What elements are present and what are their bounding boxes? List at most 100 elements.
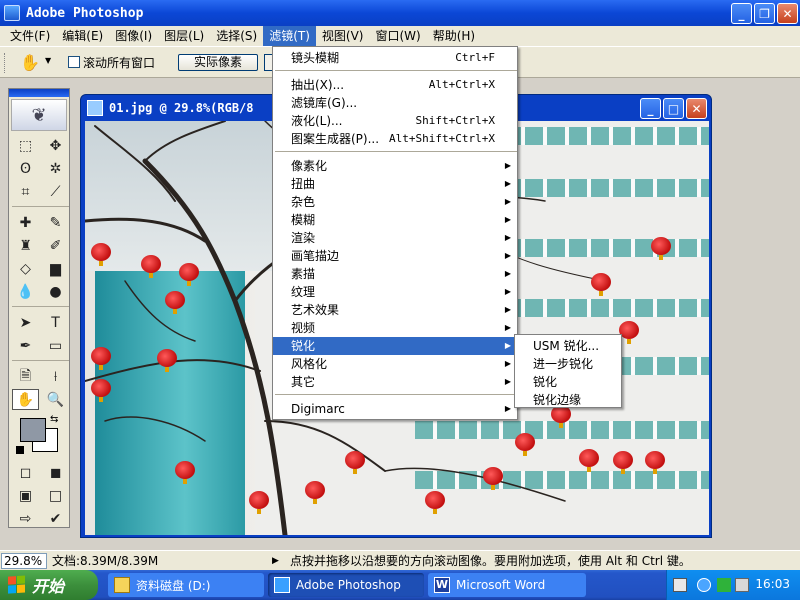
submenu-item-sharpen-more[interactable]: 进一步锐化 bbox=[515, 355, 621, 373]
gradient-tool-icon[interactable]: ▆ bbox=[42, 258, 69, 279]
imageready-icon[interactable]: ✔ bbox=[42, 508, 69, 529]
scroll-all-windows-checkbox[interactable] bbox=[68, 56, 80, 68]
options-grip[interactable] bbox=[4, 53, 8, 73]
status-menu-arrow-icon[interactable]: ▶ bbox=[272, 553, 279, 569]
filter-menu-item-render[interactable]: 渲染 ▶ bbox=[273, 229, 517, 247]
eyedropper-tool-icon[interactable]: ⟊ bbox=[42, 366, 69, 387]
menu-edit[interactable]: 编辑(E) bbox=[56, 26, 109, 46]
clock[interactable]: 16:03 bbox=[755, 577, 790, 591]
toolbox-titlebar[interactable] bbox=[9, 89, 69, 97]
keyboard-icon[interactable] bbox=[673, 578, 687, 592]
filter-menu-item-liquify[interactable]: 液化(L)... Shift+Ctrl+X bbox=[273, 112, 517, 130]
red-lantern bbox=[305, 481, 325, 504]
filter-menu-item-extract[interactable]: 抽出(X)... Alt+Ctrl+X bbox=[273, 76, 517, 94]
submenu-item-sharpen[interactable]: 锐化 bbox=[515, 373, 621, 391]
submenu-arrow-icon: ▶ bbox=[504, 251, 511, 260]
filter-menu-item-pattern-maker[interactable]: 图案生成器(P)... Alt+Shift+Ctrl+X bbox=[273, 130, 517, 148]
menu-image[interactable]: 图像(I) bbox=[109, 26, 158, 46]
standard-mode-icon[interactable]: ◻ bbox=[12, 462, 39, 483]
standard-screen-mode-icon[interactable]: ▣ bbox=[12, 485, 39, 506]
tray-expand-icon[interactable] bbox=[697, 578, 711, 592]
notes-tool-icon[interactable]: 🗎 bbox=[12, 366, 39, 387]
dodge-tool-icon[interactable]: ● bbox=[42, 281, 69, 302]
submenu-item-sharpen-edges[interactable]: 锐化边缘 bbox=[515, 391, 621, 409]
filter-menu-item-last-filter[interactable]: 镜头模糊 Ctrl+F bbox=[273, 49, 517, 67]
volume-icon[interactable] bbox=[735, 578, 749, 592]
slice-tool-icon[interactable]: ⟋ bbox=[42, 181, 69, 202]
move-tool-icon[interactable]: ✥ bbox=[42, 135, 69, 156]
blur-tool-icon[interactable]: 💧 bbox=[12, 281, 39, 302]
filter-menu-item-filter-gallery[interactable]: 滤镜库(G)... bbox=[273, 94, 517, 112]
hand-tool-icon[interactable]: ✋ bbox=[12, 389, 39, 410]
filter-menu-item-artistic[interactable]: 艺术效果 ▶ bbox=[273, 301, 517, 319]
document-minimize-button[interactable]: _ bbox=[640, 98, 661, 119]
zoom-tool-icon[interactable]: 🔍 bbox=[42, 389, 69, 410]
eraser-tool-icon[interactable]: ◇ bbox=[12, 258, 39, 279]
filter-menu-item-distort[interactable]: 扭曲 ▶ bbox=[273, 175, 517, 193]
taskbar-item-photoshop[interactable]: Adobe Photoshop bbox=[268, 573, 424, 597]
history-brush-tool-icon[interactable]: ✐ bbox=[42, 235, 69, 256]
red-lantern bbox=[613, 451, 633, 474]
menu-window[interactable]: 窗口(W) bbox=[369, 26, 426, 46]
taskbar-item-word[interactable]: W Microsoft Word bbox=[428, 573, 586, 597]
red-lantern bbox=[91, 379, 111, 402]
filter-menu-item-stylize[interactable]: 风格化 ▶ bbox=[273, 355, 517, 373]
photoshop-icon bbox=[4, 5, 20, 21]
filter-menu-item-digimarc[interactable]: Digimarc ▶ bbox=[273, 400, 517, 418]
full-screen-mode-icon[interactable]: □ bbox=[42, 485, 69, 506]
document-close-button[interactable]: ✕ bbox=[686, 98, 707, 119]
healing-brush-tool-icon[interactable]: ✚ bbox=[12, 212, 39, 233]
menu-layer[interactable]: 图层(L) bbox=[158, 26, 210, 46]
start-button[interactable]: 开始 bbox=[0, 570, 98, 600]
shape-tool-icon[interactable]: ▭ bbox=[42, 335, 69, 356]
type-tool-icon[interactable]: T bbox=[42, 312, 69, 333]
filter-menu-item-pixelate[interactable]: 像素化 ▶ bbox=[273, 157, 517, 175]
default-colors-icon[interactable] bbox=[16, 446, 24, 454]
hand-tool-icon[interactable]: ✋ bbox=[20, 53, 40, 72]
path-selection-tool-icon[interactable]: ➤ bbox=[12, 312, 39, 333]
zoom-level-field[interactable]: 29.8% bbox=[1, 553, 47, 569]
menu-bar: 文件(F) 编辑(E) 图像(I) 图层(L) 选择(S) 滤镜(T) 视图(V… bbox=[0, 26, 800, 46]
filter-menu-item-texture[interactable]: 纹理 ▶ bbox=[273, 283, 517, 301]
submenu-arrow-icon: ▶ bbox=[504, 359, 511, 368]
magic-wand-tool-icon[interactable]: ✲ bbox=[42, 158, 69, 179]
foreground-color-swatch[interactable] bbox=[20, 418, 46, 442]
filter-menu-item-sketch[interactable]: 素描 ▶ bbox=[273, 265, 517, 283]
tool-preset-dropdown-icon[interactable]: ▼ bbox=[45, 56, 51, 65]
actual-pixels-button[interactable]: 实际像素 bbox=[178, 54, 258, 71]
submenu-arrow-icon: ▶ bbox=[504, 161, 511, 170]
taskbar-item-disk[interactable]: 资料磁盘 (D:) bbox=[108, 573, 264, 597]
filter-menu-item-other[interactable]: 其它 ▶ bbox=[273, 373, 517, 391]
filter-menu-item-brush-strokes[interactable]: 画笔描边 ▶ bbox=[273, 247, 517, 265]
menu-help[interactable]: 帮助(H) bbox=[427, 26, 481, 46]
minimize-button[interactable]: _ bbox=[731, 3, 752, 24]
filter-menu-item-video[interactable]: 视频 ▶ bbox=[273, 319, 517, 337]
brush-tool-icon[interactable]: ✎ bbox=[42, 212, 69, 233]
filter-menu-item-noise[interactable]: 杂色 ▶ bbox=[273, 193, 517, 211]
menu-view[interactable]: 视图(V) bbox=[316, 26, 370, 46]
pen-tool-icon[interactable]: ✒ bbox=[12, 335, 39, 356]
network-icon[interactable] bbox=[717, 578, 731, 592]
swap-colors-icon[interactable]: ⇆ bbox=[50, 414, 58, 425]
close-button[interactable]: ✕ bbox=[777, 3, 798, 24]
app-title-bar[interactable]: Adobe Photoshop _ ❐ ✕ bbox=[0, 0, 800, 26]
restore-button[interactable]: ❐ bbox=[754, 3, 775, 24]
submenu-arrow-icon: ▶ bbox=[504, 323, 511, 332]
jump-to-imageready-icon[interactable]: ⇨ bbox=[12, 508, 39, 529]
document-size-info[interactable]: 文档:8.39M/8.39M bbox=[52, 553, 158, 569]
filter-menu-item-sharpen[interactable]: 锐化 ▶ bbox=[273, 337, 517, 355]
filter-menu-item-blur[interactable]: 模糊 ▶ bbox=[273, 211, 517, 229]
menu-filter[interactable]: 滤镜(T) bbox=[263, 26, 316, 46]
adobe-feather-icon[interactable]: ❦ bbox=[11, 99, 67, 131]
crop-tool-icon[interactable]: ⌗ bbox=[12, 181, 39, 202]
filter-menu: 镜头模糊 Ctrl+F 抽出(X)... Alt+Ctrl+X 滤镜库(G)... … bbox=[272, 46, 518, 420]
quick-mask-mode-icon[interactable]: ◼ bbox=[42, 462, 69, 483]
document-maximize-button[interactable]: □ bbox=[663, 98, 684, 119]
marquee-tool-icon[interactable]: ⬚ bbox=[12, 135, 39, 156]
lasso-tool-icon[interactable]: ʘ bbox=[12, 158, 39, 179]
clone-stamp-tool-icon[interactable]: ♜ bbox=[12, 235, 39, 256]
red-lantern bbox=[425, 491, 445, 514]
menu-select[interactable]: 选择(S) bbox=[210, 26, 263, 46]
menu-file[interactable]: 文件(F) bbox=[4, 26, 56, 46]
submenu-item-unsharp-mask[interactable]: USM 锐化... bbox=[515, 337, 621, 355]
